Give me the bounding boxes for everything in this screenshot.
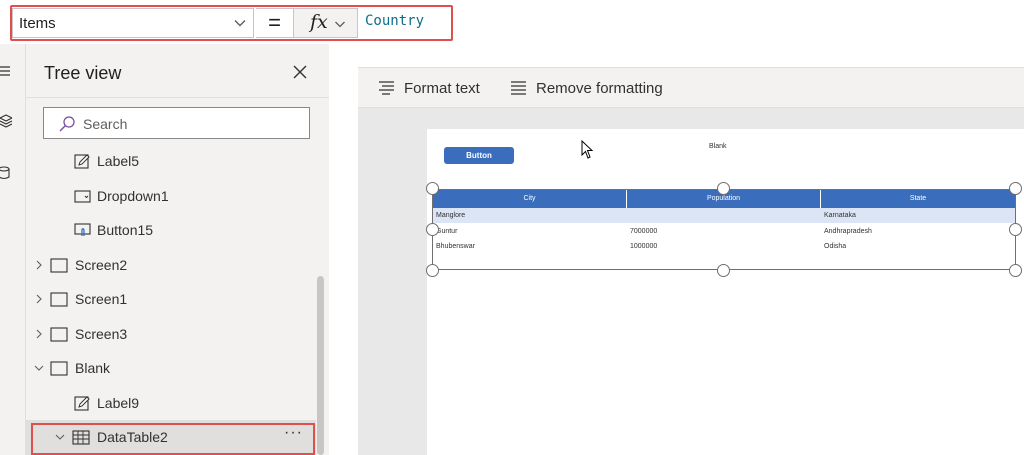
mouse-cursor-icon <box>581 140 594 159</box>
tree-item-label: Screen1 <box>75 291 128 307</box>
remove-formatting-button[interactable]: Remove formatting <box>510 77 670 101</box>
tree-item-screen3[interactable]: Screen3 <box>26 317 316 351</box>
chevron-down-icon[interactable] <box>34 363 44 373</box>
formula-bar: Items = fx Country <box>0 0 1024 68</box>
screen-icon <box>50 258 68 273</box>
screen-icon <box>50 292 68 307</box>
tree-item-label: Dropdown1 <box>97 188 169 204</box>
screen-icon <box>50 327 68 342</box>
fx-icon: fx <box>310 11 328 33</box>
database-icon[interactable] <box>0 166 12 180</box>
resize-handle[interactable] <box>426 182 439 195</box>
resize-handle[interactable] <box>1009 223 1022 236</box>
equals-sign: = <box>256 8 294 38</box>
format-text-label: Format text <box>404 80 480 97</box>
more-options-icon[interactable]: ··· <box>284 424 303 442</box>
tree-item-screen1[interactable]: Screen1 <box>26 282 316 316</box>
chevron-right-icon[interactable] <box>34 329 44 339</box>
blank-label: Blank <box>709 143 727 150</box>
dropdown-control-icon <box>74 190 91 203</box>
tree-item-dropdown1[interactable]: Dropdown1 <box>26 179 316 213</box>
table-cell: 7000000 <box>630 228 658 235</box>
format-text-button[interactable]: Format text <box>378 77 488 101</box>
formula-input[interactable]: Country <box>358 0 1024 68</box>
tree-item-blank[interactable]: Blank <box>26 351 316 385</box>
table-cell: Manglore <box>436 212 466 219</box>
tree-view-panel: Tree view Search Label5 Dropdown1 Button… <box>26 44 329 455</box>
table-cell <box>627 208 821 223</box>
left-rail <box>0 44 26 455</box>
chevron-right-icon[interactable] <box>34 294 44 304</box>
search-icon <box>59 116 75 132</box>
resize-handle[interactable] <box>1009 264 1022 277</box>
property-dropdown[interactable]: Items <box>12 8 254 38</box>
canvas-area: Format text Remove formatting Button Bla… <box>358 68 1024 455</box>
table-cell: Odisha <box>824 243 847 250</box>
table-cell: 1000000 <box>630 243 658 250</box>
data-table[interactable]: City Population State Manglore Karnataka… <box>432 189 1016 270</box>
resize-handle[interactable] <box>1009 182 1022 195</box>
tree-item-button15[interactable]: Button15 <box>26 213 316 247</box>
table-cell: Guntur <box>436 228 458 235</box>
chevron-right-icon[interactable] <box>34 260 44 270</box>
resize-handle[interactable] <box>426 223 439 236</box>
column-header-city[interactable]: City <box>433 190 627 208</box>
tree-item-label: Label9 <box>97 395 140 411</box>
label-edit-icon <box>74 396 90 411</box>
layers-icon[interactable] <box>0 114 12 128</box>
button-control-icon <box>74 223 91 236</box>
remove-formatting-label: Remove formatting <box>536 80 663 97</box>
divider <box>26 97 329 98</box>
tree-item-screen2[interactable]: Screen2 <box>26 248 316 282</box>
tree-item-label5[interactable]: Label5 <box>26 144 316 178</box>
app-screen: Button Blank City Population State Mangl… <box>426 129 1024 455</box>
search-input[interactable]: Search <box>43 107 310 139</box>
resize-handle[interactable] <box>426 264 439 277</box>
table-cell: Karnataka <box>824 212 856 219</box>
app-button[interactable]: Button <box>444 147 514 164</box>
property-value: Items <box>19 15 56 32</box>
tree-item-label: Screen2 <box>75 257 128 273</box>
table-row[interactable]: Manglore Karnataka <box>433 208 1015 223</box>
resize-handle[interactable] <box>717 264 730 277</box>
screen-icon <box>50 361 68 376</box>
tree-item-label: Button15 <box>97 222 154 238</box>
chevron-down-icon <box>335 21 345 28</box>
format-text-icon <box>379 81 394 95</box>
table-cell: Bhubenswar <box>436 243 475 250</box>
tree-item-label: Blank <box>75 360 111 376</box>
resize-handle[interactable] <box>717 182 730 195</box>
fx-button[interactable]: fx <box>294 8 358 38</box>
formula-text: Country <box>365 13 425 29</box>
table-row[interactable]: Bhubenswar 1000000 Odisha <box>433 239 1015 254</box>
scrollbar-thumb[interactable] <box>317 276 324 455</box>
search-placeholder: Search <box>83 116 128 132</box>
data-table-icon <box>72 430 90 445</box>
hamburger-menu-icon[interactable] <box>0 64 12 78</box>
close-icon[interactable] <box>292 64 308 80</box>
table-row[interactable]: Guntur 7000000 Andhrapradesh <box>433 224 1015 239</box>
chevron-down-icon <box>234 20 246 27</box>
chevron-down-icon[interactable] <box>55 432 65 442</box>
column-header-state[interactable]: State <box>821 190 1015 208</box>
tree-item-label9[interactable]: Label9 <box>26 386 316 420</box>
remove-formatting-icon <box>511 81 526 95</box>
table-cell: Andhrapradesh <box>824 228 872 235</box>
label-edit-icon <box>74 154 90 169</box>
tree-item-datatable2[interactable]: DataTable2 ··· <box>26 420 316 455</box>
format-toolbar: Format text Remove formatting <box>358 68 1024 108</box>
tree-item-label: DataTable2 <box>97 429 168 445</box>
tree-view-title: Tree view <box>44 63 122 83</box>
tree-item-label: Screen3 <box>75 326 128 342</box>
tree-item-label: Label5 <box>97 153 140 169</box>
